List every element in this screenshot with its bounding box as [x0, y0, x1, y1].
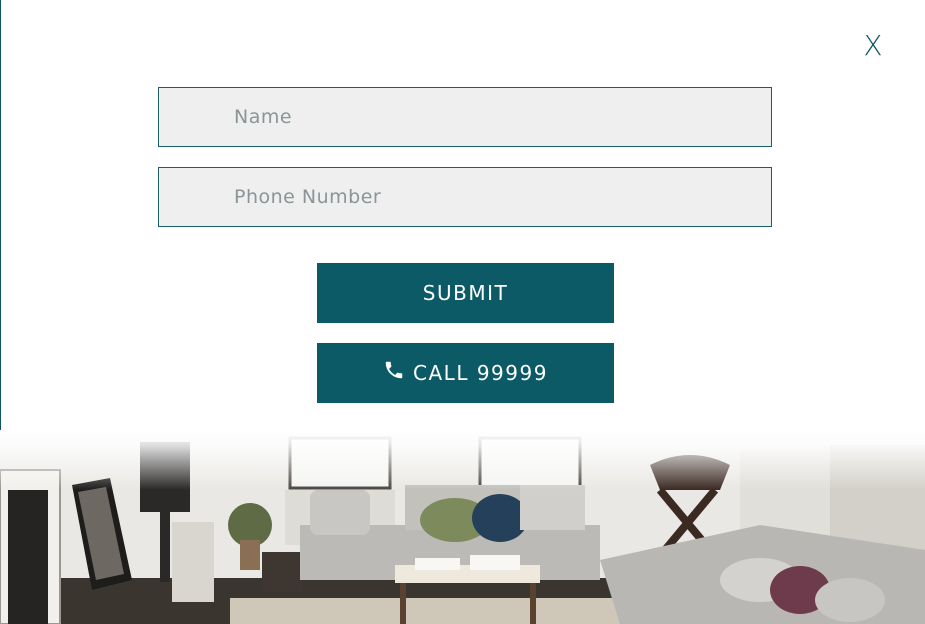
name-field-wrapper [158, 87, 772, 147]
submit-button-label: SUBMIT [422, 281, 509, 305]
phone-field-wrapper [158, 167, 772, 227]
photo-fade-overlay [0, 430, 925, 490]
phone-number-input[interactable] [159, 168, 771, 226]
phone-icon [385, 361, 403, 379]
close-icon: X [863, 29, 883, 62]
name-input[interactable] [159, 88, 771, 146]
close-button[interactable]: X [859, 30, 887, 62]
call-button-label: CALL 99999 [413, 361, 548, 385]
call-button[interactable]: CALL 99999 [317, 343, 614, 403]
submit-button[interactable]: SUBMIT [317, 263, 614, 323]
